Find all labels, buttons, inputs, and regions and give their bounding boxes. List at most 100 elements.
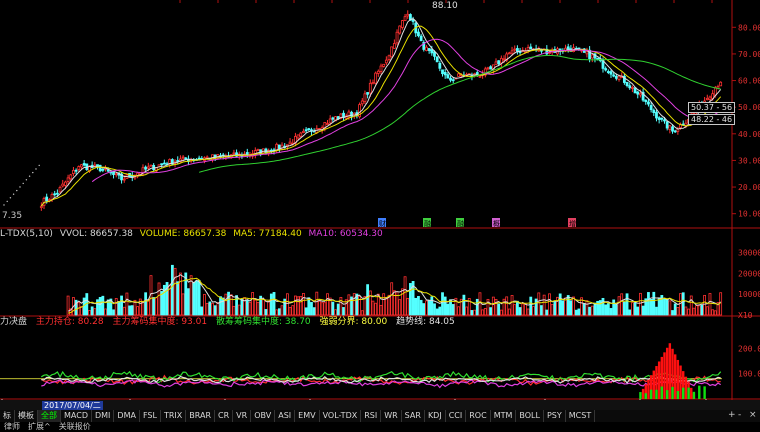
- candle-body: [636, 91, 640, 95]
- candle-body: [146, 166, 150, 169]
- volume-bar: [90, 306, 94, 316]
- candle-body: [708, 96, 712, 100]
- stock-chart[interactable]: 80.00 70.00 60.00 50.00 40.00 30.00 20.00 10.00…: [0, 0, 760, 432]
- lead-dot: [38, 164, 40, 167]
- tab-17[interactable]: SAR: [402, 410, 425, 422]
- candle-body: [633, 87, 637, 94]
- volume-bar: [302, 292, 305, 316]
- volume-bar: [614, 304, 618, 316]
- candle-body: [419, 35, 423, 42]
- volume-bar: [280, 305, 284, 316]
- indicator-item: 趋势线: 84.05: [396, 317, 455, 327]
- tab-2[interactable]: 全部: [38, 410, 61, 422]
- candle-body: [705, 97, 709, 101]
- indicator-bar-green: [639, 392, 642, 399]
- volume-bar: [604, 304, 608, 316]
- volume-bar: [537, 292, 541, 316]
- volume-bar: [208, 301, 212, 316]
- tab-9[interactable]: CR: [215, 410, 234, 422]
- event-marker-label: 概: [493, 219, 500, 228]
- candle-body: [371, 82, 375, 85]
- candle-body: [497, 60, 501, 65]
- tab-18[interactable]: KDJ: [425, 410, 446, 422]
- volume-bar: [649, 299, 653, 316]
- volume-bar: [93, 308, 97, 316]
- tab-22[interactable]: BOLL: [516, 410, 544, 422]
- price-tag-upper: 50.37 - 56: [688, 102, 736, 113]
- volume-indicator-name: L-TDX(5,10): [0, 229, 53, 239]
- volume-bar: [318, 300, 321, 316]
- tab-6[interactable]: FSL: [140, 410, 161, 422]
- volume-bar: [647, 292, 650, 316]
- volume-bar: [152, 297, 156, 316]
- tab-13[interactable]: EMV: [295, 410, 320, 422]
- candle-body: [566, 46, 570, 50]
- volume-bar: [705, 306, 709, 316]
- volume-bar: [671, 310, 674, 316]
- volume-bar: [419, 299, 423, 316]
- tab-1[interactable]: 模板: [15, 410, 38, 422]
- tab-4[interactable]: DMI: [92, 410, 115, 422]
- volume-bar: [414, 297, 418, 316]
- tab-14[interactable]: VOL-TDX: [320, 410, 362, 422]
- volume-bar: [681, 292, 685, 316]
- tab-15[interactable]: RSI: [361, 410, 382, 422]
- volume-bar: [360, 310, 364, 316]
- tab-5[interactable]: DMA: [114, 410, 140, 422]
- candle-body: [382, 63, 386, 67]
- tab-7[interactable]: TRIX: [161, 410, 187, 422]
- indicator-bar-green: [703, 386, 706, 399]
- volume-bar: [449, 299, 452, 316]
- volume-bar: [684, 306, 688, 316]
- candle-body: [435, 56, 439, 63]
- volume-bar: [272, 292, 276, 316]
- volume-bar: [550, 304, 554, 316]
- zoom-out-button[interactable]: -: [738, 410, 741, 420]
- candle-body: [502, 58, 506, 61]
- tab-16[interactable]: WR: [381, 410, 402, 422]
- zoom-in-button[interactable]: +: [728, 410, 736, 420]
- volume-bar: [553, 300, 557, 316]
- candle-body: [53, 193, 57, 196]
- candle-body: [39, 205, 43, 208]
- volume-bar: [390, 282, 394, 316]
- candle-body: [101, 168, 105, 171]
- indicator-item: 主力持仓: 80.28: [35, 317, 104, 327]
- tab-12[interactable]: ASI: [275, 410, 296, 422]
- volume-bar: [558, 293, 562, 316]
- tab-21[interactable]: MTM: [491, 410, 517, 422]
- candle-body: [162, 162, 166, 165]
- bottom-tab-2[interactable]: 关联报价: [55, 422, 95, 432]
- tab-24[interactable]: MCST: [566, 410, 596, 422]
- volume-bar: [446, 303, 450, 316]
- candle-body: [205, 156, 209, 159]
- candle-body: [379, 65, 383, 72]
- volume-bar: [577, 308, 581, 316]
- volume-bar: [633, 302, 637, 316]
- volume-bar: [104, 308, 107, 316]
- tab-8[interactable]: BRAR: [186, 410, 216, 422]
- tab-20[interactable]: ROC: [466, 410, 491, 422]
- candle-body: [625, 81, 629, 86]
- volume-bar: [526, 308, 530, 316]
- volume-bar: [593, 302, 597, 316]
- volume-bar: [392, 290, 396, 316]
- candle-body: [719, 81, 723, 87]
- tab-3[interactable]: MACD: [61, 410, 92, 422]
- volume-bar: [120, 295, 123, 316]
- tab-23[interactable]: PSY: [544, 410, 566, 422]
- bottom-tab-0[interactable]: 律师: [0, 422, 24, 432]
- volume-bar: [200, 306, 204, 316]
- tab-11[interactable]: OBV: [251, 410, 276, 422]
- lead-dot: [3, 204, 5, 206]
- candle-body: [446, 74, 450, 79]
- close-button[interactable]: ×: [749, 410, 757, 420]
- volume-bar: [310, 302, 313, 316]
- bottom-tab-1[interactable]: 扩展^: [24, 422, 55, 432]
- axis-label: 30.00: [738, 156, 760, 165]
- tab-0[interactable]: 标: [0, 410, 15, 422]
- indicator-header: 力决盘 主力持仓: 80.28 主力筹码集中度: 93.01 散筹筹码集中度: …: [0, 317, 455, 328]
- event-marker-label: 融: [457, 219, 464, 228]
- tab-19[interactable]: CCI: [446, 410, 467, 422]
- tab-10[interactable]: VR: [233, 410, 252, 422]
